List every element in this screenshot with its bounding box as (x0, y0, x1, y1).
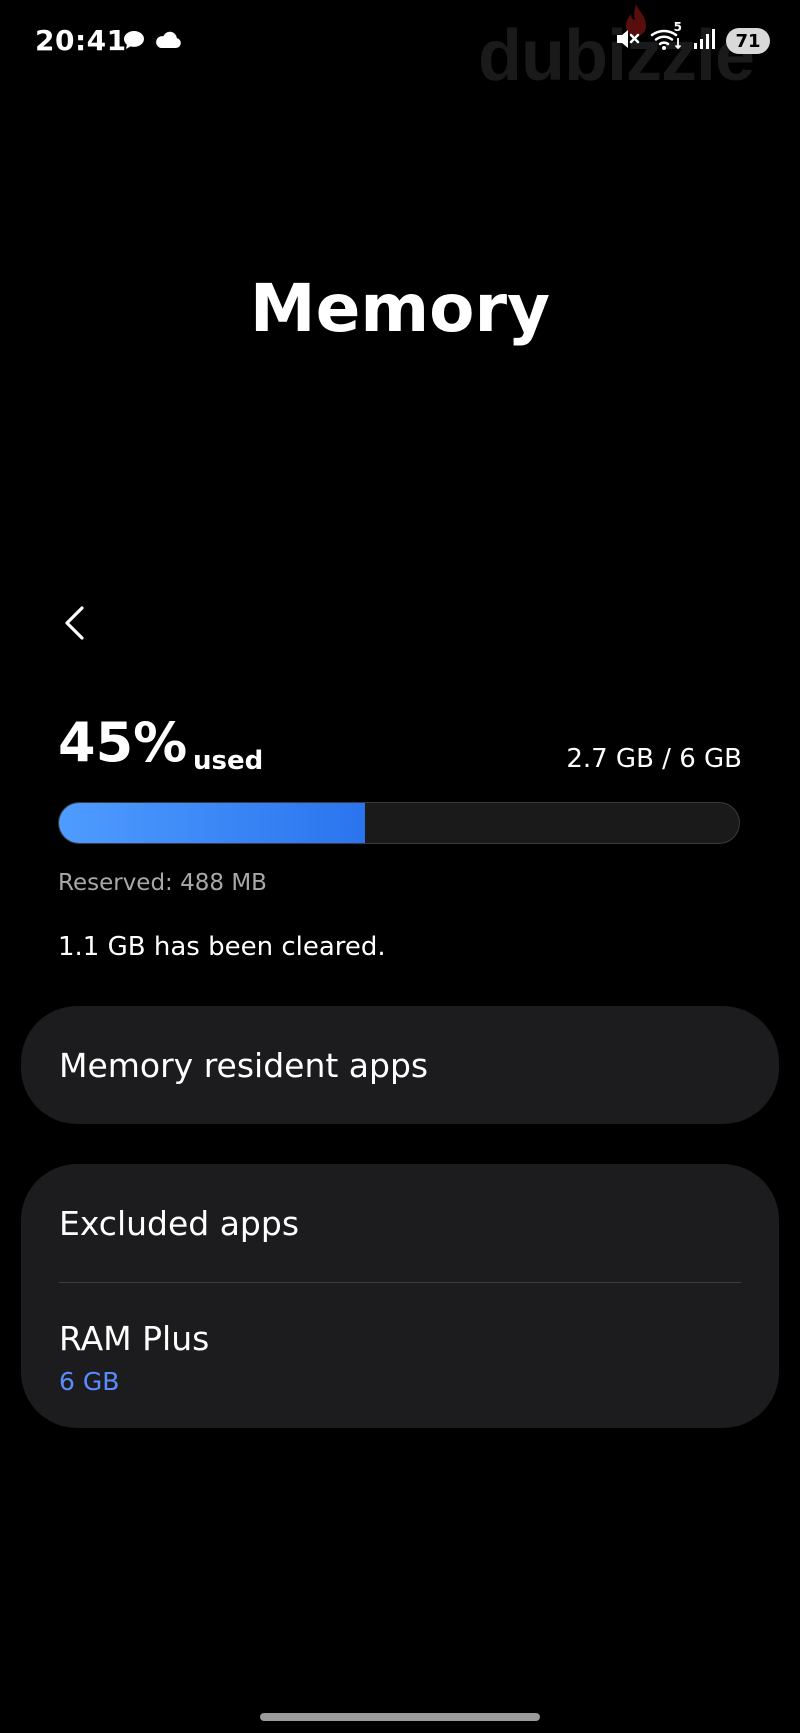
status-bar: 20:41 dubizzle 5 71 (0, 0, 800, 92)
home-indicator[interactable] (260, 1713, 540, 1721)
reserved-text: Reserved: 488 MB (58, 870, 267, 896)
wifi-badge: 5 (673, 20, 682, 34)
cleared-text: 1.1 GB has been cleared. (58, 932, 386, 962)
memory-usage-bar-fill (59, 803, 365, 843)
back-button[interactable] (52, 600, 98, 646)
usage-percent: 45% (58, 711, 188, 774)
ram-plus-value: 6 GB (59, 1367, 120, 1396)
ram-plus-label: RAM Plus (59, 1319, 210, 1358)
memory-usage-bar (58, 802, 740, 844)
signal-icon (692, 27, 716, 55)
wifi-icon: 5 (650, 20, 682, 56)
excluded-apps-label: Excluded apps (59, 1204, 300, 1243)
chat-bubble-icon (122, 28, 146, 56)
chevron-left-icon (65, 606, 84, 640)
page-title: Memory (249, 270, 551, 347)
memory-resident-apps-item[interactable]: Memory resident apps (21, 1006, 779, 1124)
memory-resident-apps-label: Memory resident apps (59, 1046, 429, 1085)
excluded-apps-item[interactable]: Excluded apps (21, 1164, 779, 1282)
settings-group-card: Excluded apps RAM Plus 6 GB (21, 1164, 779, 1428)
status-time: 20:41 (35, 24, 127, 57)
cloud-icon (154, 28, 182, 56)
usage-used-label: used (193, 746, 264, 776)
usage-amount: 2.7 GB / 6 GB (566, 744, 742, 774)
status-right-icons: 5 71 (614, 20, 770, 56)
status-left-icons (122, 28, 182, 56)
ram-plus-item[interactable]: RAM Plus 6 GB (21, 1283, 779, 1428)
battery-indicator: 71 (726, 28, 770, 54)
mute-icon (614, 26, 640, 56)
